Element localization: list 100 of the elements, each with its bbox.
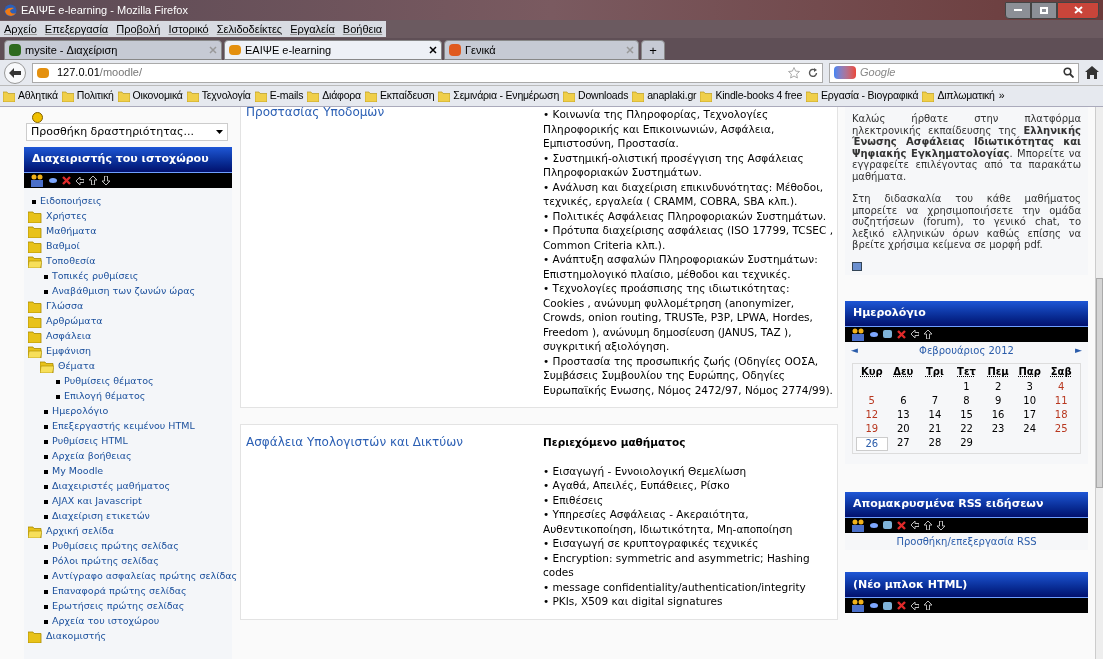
course-title-link[interactable]: Προστασίας Υποδομών (246, 107, 543, 117)
tree-folder-link[interactable]: Μαθήματα (46, 224, 97, 239)
day-cell[interactable]: 6 (887, 394, 920, 409)
day-cell[interactable]: 7 (919, 394, 951, 409)
menu-item[interactable]: Αρχείο (4, 20, 37, 38)
tree-link[interactable]: Ρόλοι πρώτης σελίδας (52, 554, 159, 569)
search-field[interactable]: Google (829, 62, 1079, 83)
scrollbar[interactable] (1095, 107, 1103, 659)
back-button[interactable] (4, 61, 26, 84)
minimize-button[interactable] (1005, 1, 1031, 19)
bookmark-link[interactable]: Εκπαίδευση (380, 88, 435, 104)
bookmark-link[interactable]: Downloads (578, 88, 629, 104)
day-cell[interactable]: 15 (950, 408, 983, 423)
tree-folder-link[interactable]: Εμφάνιση (46, 344, 92, 359)
search-input[interactable]: Google (860, 64, 1059, 81)
day-cell[interactable]: 18 (1045, 408, 1077, 423)
day-cell[interactable]: 21 (919, 422, 951, 437)
menu-item[interactable]: Σελιδοδείκτες (216, 20, 283, 38)
day-cell[interactable]: 23 (982, 422, 1014, 437)
tree-link[interactable]: Αρχεία βοήθειας (52, 449, 132, 464)
day-cell[interactable]: 2 (982, 380, 1014, 395)
bookmark-link[interactable]: Σεμινάρια - Ενημέρωση (453, 88, 560, 104)
tree-link[interactable]: Αντίγραφο ασφαλείας πρώτης σελίδας (52, 569, 238, 584)
menu-item[interactable]: Επεξεργασία (44, 20, 109, 38)
tree-link[interactable]: Ερωτήσεις πρώτης σελίδας (52, 599, 185, 614)
tree-folder-link[interactable]: Αρθρώματα (46, 314, 103, 329)
tree-link[interactable]: Διαχειριστές μαθήματος (52, 479, 171, 494)
bookmark-link[interactable]: Τεχνολογία (201, 88, 251, 104)
star-icon[interactable] (788, 66, 800, 79)
tree-link[interactable]: AJAX και Javascript (52, 494, 142, 509)
close-icon[interactable] (429, 46, 437, 54)
bookmark-link[interactable]: Οικονομικά (132, 88, 183, 104)
menu-item[interactable]: Βοήθεια (342, 20, 383, 38)
tree-folder-link[interactable]: Χρήστες (46, 209, 87, 224)
tree-link[interactable]: Επαναφορά πρώτης σελίδας (52, 584, 187, 599)
tree-link[interactable]: Επιλογή θέματος (64, 389, 146, 404)
tree-link[interactable]: Αναβάθμιση των ζωνών ώρας (52, 284, 196, 299)
tree-link[interactable]: My Moodle (52, 464, 104, 479)
day-cell[interactable]: 19 (856, 422, 888, 437)
day-cell[interactable]: 25 (1045, 422, 1077, 437)
tree-link[interactable]: Αρχεία του ιστοχώρου (52, 614, 160, 629)
maximize-button[interactable] (1031, 1, 1057, 19)
day-cell[interactable]: 16 (982, 408, 1014, 423)
day-cell[interactable]: 10 (1013, 394, 1046, 409)
tree-folder-link[interactable]: Τοποθεσία (46, 254, 96, 269)
bookmark-link[interactable]: Διάφορα (322, 88, 361, 104)
tree-folder-link[interactable]: Θέματα (58, 359, 95, 374)
day-cell[interactable]: 27 (887, 436, 920, 451)
day-cell[interactable]: 12 (856, 408, 888, 423)
day-cell[interactable]: 13 (887, 408, 920, 423)
rss-edit-link[interactable]: Προσθήκη/επεξεργασία RSS (896, 535, 1037, 547)
browser-tab[interactable]: ΕΑΙΨΕ e-learning (224, 40, 442, 60)
browser-tab[interactable]: mysite - Διαχείριση (4, 40, 222, 60)
day-cell[interactable]: 17 (1013, 408, 1046, 423)
day-cell[interactable]: 3 (1013, 380, 1046, 395)
bookmark-link[interactable]: Πολιτική (76, 88, 114, 104)
next-month-button[interactable]: ► (1075, 344, 1082, 357)
new-tab-button[interactable]: + (641, 40, 665, 60)
menu-item[interactable]: Ιστορικό (168, 20, 209, 38)
tree-link[interactable]: Ρυθμίσεις θέματος (64, 374, 154, 389)
day-cell[interactable]: 20 (887, 422, 920, 437)
tree-link[interactable]: Ειδοποιήσεις (40, 194, 102, 209)
day-cell[interactable]: 1 (950, 380, 983, 395)
close-button[interactable] (1057, 1, 1099, 19)
tree-link[interactable]: Ημερολόγιο (52, 404, 109, 419)
today-cell[interactable]: 26 (856, 436, 888, 451)
day-cell[interactable]: 22 (950, 422, 983, 437)
day-cell[interactable]: 11 (1045, 394, 1077, 409)
day-cell[interactable]: 14 (919, 408, 951, 423)
menu-item[interactable]: Προβολή (116, 20, 161, 38)
bookmark-link[interactable]: anaplaki.gr (647, 88, 697, 104)
tree-link[interactable]: Ρυθμίσεις HTML (52, 434, 128, 449)
search-icon[interactable] (1063, 67, 1074, 78)
menu-item[interactable]: Εργαλεία (290, 20, 335, 38)
bookmark-link[interactable]: Διπλωματική (937, 88, 995, 104)
tree-link[interactable]: Ρυθμίσεις πρώτης σελίδας (52, 539, 179, 554)
previous-month-button[interactable]: ◄ (851, 344, 858, 357)
tree-folder-link[interactable]: Βαθμοί (46, 239, 80, 254)
bookmark-link[interactable]: Αθλητικά (18, 88, 58, 104)
course-title-link[interactable]: Ασφάλεια Υπολογιστών και Δικτύων (246, 435, 464, 449)
reload-icon[interactable] (808, 67, 818, 78)
home-icon[interactable] (1085, 66, 1099, 79)
address-field[interactable]: 127.0.01/moodle/ (32, 62, 823, 83)
day-cell[interactable]: 9 (982, 394, 1014, 409)
tree-folder-link[interactable]: Γλώσσα (46, 299, 84, 314)
bookmark-link[interactable]: E-mails (269, 88, 304, 104)
day-cell[interactable]: 5 (856, 394, 888, 409)
bookmark-link[interactable]: Kindle-books 4 free (715, 88, 803, 104)
activity-dropdown[interactable]: Προσθήκη δραστηριότητας... (26, 123, 228, 141)
tree-link[interactable]: Επεξεργαστής κειμένου HTML (52, 419, 195, 434)
browser-tab[interactable]: Γενικά (444, 40, 639, 60)
tree-folder-link[interactable]: Αρχική σελίδα (46, 524, 114, 539)
day-cell[interactable]: 24 (1013, 422, 1046, 437)
day-cell[interactable]: 4 (1045, 380, 1077, 395)
more-bookmarks-button[interactable]: » (998, 88, 1005, 104)
tree-folder-link[interactable]: Ασφάλεια (46, 329, 92, 344)
day-cell[interactable]: 29 (950, 436, 983, 451)
tree-folder-link[interactable]: Διακομιστής (46, 629, 106, 644)
tree-link[interactable]: Τοπικές ρυθμίσεις (52, 269, 139, 284)
bookmark-link[interactable]: Εργασία - Βιογραφικά (821, 88, 919, 104)
